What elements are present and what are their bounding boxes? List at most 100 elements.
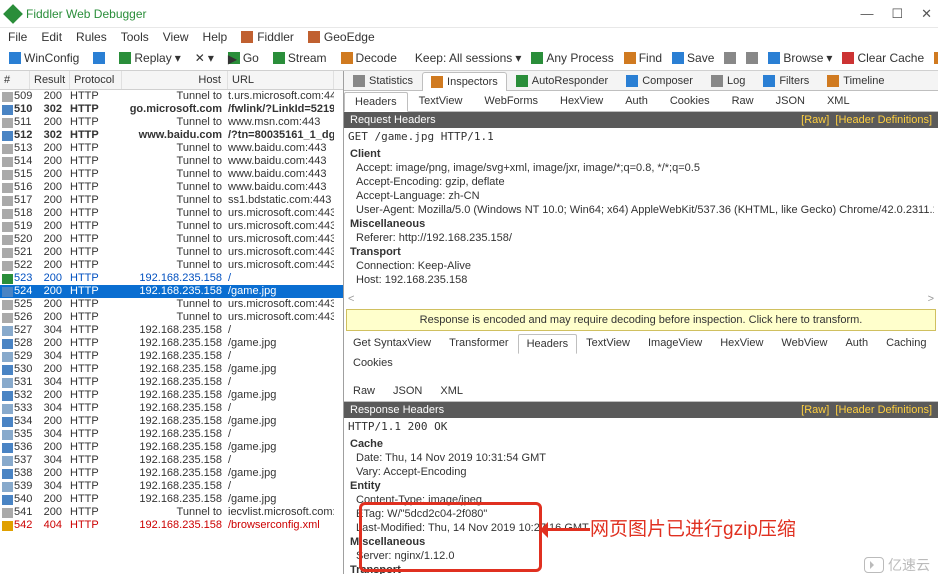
session-row[interactable]: 521200HTTPTunnel tours.microsoft.com:443 xyxy=(0,246,343,259)
tab-statistics[interactable]: Statistics xyxy=(344,71,422,90)
session-row[interactable]: 539304HTTP192.168.235.158/ xyxy=(0,480,343,493)
stream-button[interactable]: Stream xyxy=(270,50,330,66)
session-row[interactable]: 519200HTTPTunnel tours.microsoft.com:443 xyxy=(0,220,343,233)
textwizard-button[interactable]: TextWizard xyxy=(931,50,938,66)
session-row[interactable]: 511200HTTPTunnel towww.msn.com:443 xyxy=(0,116,343,129)
session-row[interactable]: 509200HTTPTunnel tot.urs.microsoft.com:4… xyxy=(0,90,343,103)
menu-geoedge[interactable]: GeoEdge xyxy=(308,30,375,44)
remove-button[interactable]: ✕ ▾ xyxy=(192,50,217,66)
session-row[interactable]: 535304HTTP192.168.235.158/ xyxy=(0,428,343,441)
req-raw-link[interactable]: [Raw] xyxy=(801,114,829,126)
session-row[interactable]: 523200HTTP192.168.235.158/ xyxy=(0,272,343,285)
reqtab-json[interactable]: JSON xyxy=(765,91,816,111)
resp-raw-link[interactable]: [Raw] xyxy=(801,404,829,416)
session-row[interactable]: 513200HTTPTunnel towww.baidu.com:443 xyxy=(0,142,343,155)
session-row[interactable]: 510302HTTPgo.microsoft.com/fwlink/?LinkI… xyxy=(0,103,343,116)
decode-button[interactable]: Decode xyxy=(338,50,400,66)
reqtab-hexview[interactable]: HexView xyxy=(549,91,614,111)
menu-help[interactable]: Help xyxy=(203,30,228,44)
reqtab-xml[interactable]: XML xyxy=(816,91,861,111)
col-host[interactable]: Host xyxy=(122,71,228,89)
resptab-xml[interactable]: XML xyxy=(431,381,472,401)
screenshot-button[interactable] xyxy=(721,51,739,65)
encoded-response-bar[interactable]: Response is encoded and may require deco… xyxy=(346,309,936,331)
menu-fiddler[interactable]: Fiddler xyxy=(241,30,294,44)
session-row[interactable]: 530200HTTP192.168.235.158/game.jpg xyxy=(0,363,343,376)
resptab-imageview[interactable]: ImageView xyxy=(639,333,711,353)
session-row[interactable]: 540200HTTP192.168.235.158/game.jpg xyxy=(0,493,343,506)
resptab-transformer[interactable]: Transformer xyxy=(440,333,518,353)
save-button[interactable]: Save xyxy=(669,50,717,66)
session-row[interactable]: 517200HTTPTunnel toss1.bdstatic.com:443 xyxy=(0,194,343,207)
resptab-hexview[interactable]: HexView xyxy=(711,333,772,353)
session-row[interactable]: 541200HTTPTunnel toiecvlist.microsoft.co… xyxy=(0,506,343,519)
clear-cache-button[interactable]: Clear Cache xyxy=(839,50,927,66)
menu-view[interactable]: View xyxy=(163,30,189,44)
menu-edit[interactable]: Edit xyxy=(41,30,62,44)
session-row[interactable]: 538200HTTP192.168.235.158/game.jpg xyxy=(0,467,343,480)
session-row[interactable]: 525200HTTPTunnel tours.microsoft.com:443 xyxy=(0,298,343,311)
resptab-caching[interactable]: Caching xyxy=(877,333,935,353)
session-row[interactable]: 512302HTTPwww.baidu.com/?tn=80035161_1_d… xyxy=(0,129,343,142)
session-row[interactable]: 533304HTTP192.168.235.158/ xyxy=(0,402,343,415)
find-button[interactable]: Find xyxy=(621,50,665,66)
maximize-button[interactable]: ☐ xyxy=(891,6,903,22)
scroll-left-icon[interactable]: < xyxy=(348,293,354,305)
resp-header-defs-link[interactable]: [Header Definitions] xyxy=(835,404,932,416)
minimize-button[interactable]: — xyxy=(860,6,873,22)
session-row[interactable]: 516200HTTPTunnel towww.baidu.com:443 xyxy=(0,181,343,194)
session-row[interactable]: 532200HTTP192.168.235.158/game.jpg xyxy=(0,389,343,402)
any-process-button[interactable]: Any Process xyxy=(528,50,616,66)
reqtab-auth[interactable]: Auth xyxy=(614,91,659,111)
session-row[interactable]: 526200HTTPTunnel tours.microsoft.com:443 xyxy=(0,311,343,324)
resptab-auth[interactable]: Auth xyxy=(836,333,877,353)
session-row[interactable]: 542404HTTP192.168.235.158/browserconfig.… xyxy=(0,519,343,532)
resptab-cookies[interactable]: Cookies xyxy=(344,353,402,373)
session-row[interactable]: 528200HTTP192.168.235.158/game.jpg xyxy=(0,337,343,350)
reqtab-headers[interactable]: Headers xyxy=(344,92,408,112)
go-button[interactable]: ▶Go xyxy=(225,50,262,66)
sessions-list[interactable]: 509200HTTPTunnel tot.urs.microsoft.com:4… xyxy=(0,90,343,532)
scroll-right-icon[interactable]: > xyxy=(928,293,934,305)
resptab-syntax[interactable]: Get SyntaxView xyxy=(344,333,440,353)
tab-composer[interactable]: Composer xyxy=(617,71,702,90)
tab-filters[interactable]: Filters xyxy=(754,71,818,90)
keep-dropdown[interactable]: Keep: All sessions ▾ xyxy=(412,50,524,66)
tab-timeline[interactable]: Timeline xyxy=(818,71,893,90)
tab-inspectors[interactable]: Inspectors xyxy=(422,72,507,91)
menu-tools[interactable]: Tools xyxy=(121,30,149,44)
resptab-textview[interactable]: TextView xyxy=(577,333,639,353)
session-row[interactable]: 515200HTTPTunnel towww.baidu.com:443 xyxy=(0,168,343,181)
comment-button[interactable] xyxy=(90,51,108,65)
menu-file[interactable]: File xyxy=(8,30,27,44)
replay-button[interactable]: Replay ▾ xyxy=(116,50,183,66)
resptab-webview[interactable]: WebView xyxy=(772,333,836,353)
reqtab-webforms[interactable]: WebForms xyxy=(473,91,549,111)
session-row[interactable]: 537304HTTP192.168.235.158/ xyxy=(0,454,343,467)
resptab-json[interactable]: JSON xyxy=(384,381,431,401)
session-row[interactable]: 529304HTTP192.168.235.158/ xyxy=(0,350,343,363)
col-result[interactable]: Result xyxy=(30,71,70,89)
session-row[interactable]: 527304HTTP192.168.235.158/ xyxy=(0,324,343,337)
resptab-headers[interactable]: Headers xyxy=(518,334,578,354)
timer-button[interactable] xyxy=(743,51,761,65)
menu-rules[interactable]: Rules xyxy=(76,30,107,44)
resptab-raw[interactable]: Raw xyxy=(344,381,384,401)
tab-log[interactable]: Log xyxy=(702,71,754,90)
session-row[interactable]: 520200HTTPTunnel tours.microsoft.com:443 xyxy=(0,233,343,246)
col-protocol[interactable]: Protocol xyxy=(70,71,122,89)
reqtab-cookies[interactable]: Cookies xyxy=(659,91,721,111)
session-row[interactable]: 522200HTTPTunnel tours.microsoft.com:443 xyxy=(0,259,343,272)
session-row[interactable]: 514200HTTPTunnel towww.baidu.com:443 xyxy=(0,155,343,168)
browse-button[interactable]: Browse ▾ xyxy=(765,50,835,66)
session-row[interactable]: 531304HTTP192.168.235.158/ xyxy=(0,376,343,389)
close-button[interactable]: ✕ xyxy=(921,6,932,22)
reqtab-textview[interactable]: TextView xyxy=(408,91,474,111)
session-row[interactable]: 524200HTTP192.168.235.158/game.jpg xyxy=(0,285,343,298)
reqtab-raw[interactable]: Raw xyxy=(721,91,765,111)
tab-autoresponder[interactable]: AutoResponder xyxy=(507,71,617,90)
col-url[interactable]: URL xyxy=(228,71,334,89)
session-row[interactable]: 536200HTTP192.168.235.158/game.jpg xyxy=(0,441,343,454)
winconfig-button[interactable]: WinConfig xyxy=(6,50,82,66)
req-header-defs-link[interactable]: [Header Definitions] xyxy=(835,114,932,126)
